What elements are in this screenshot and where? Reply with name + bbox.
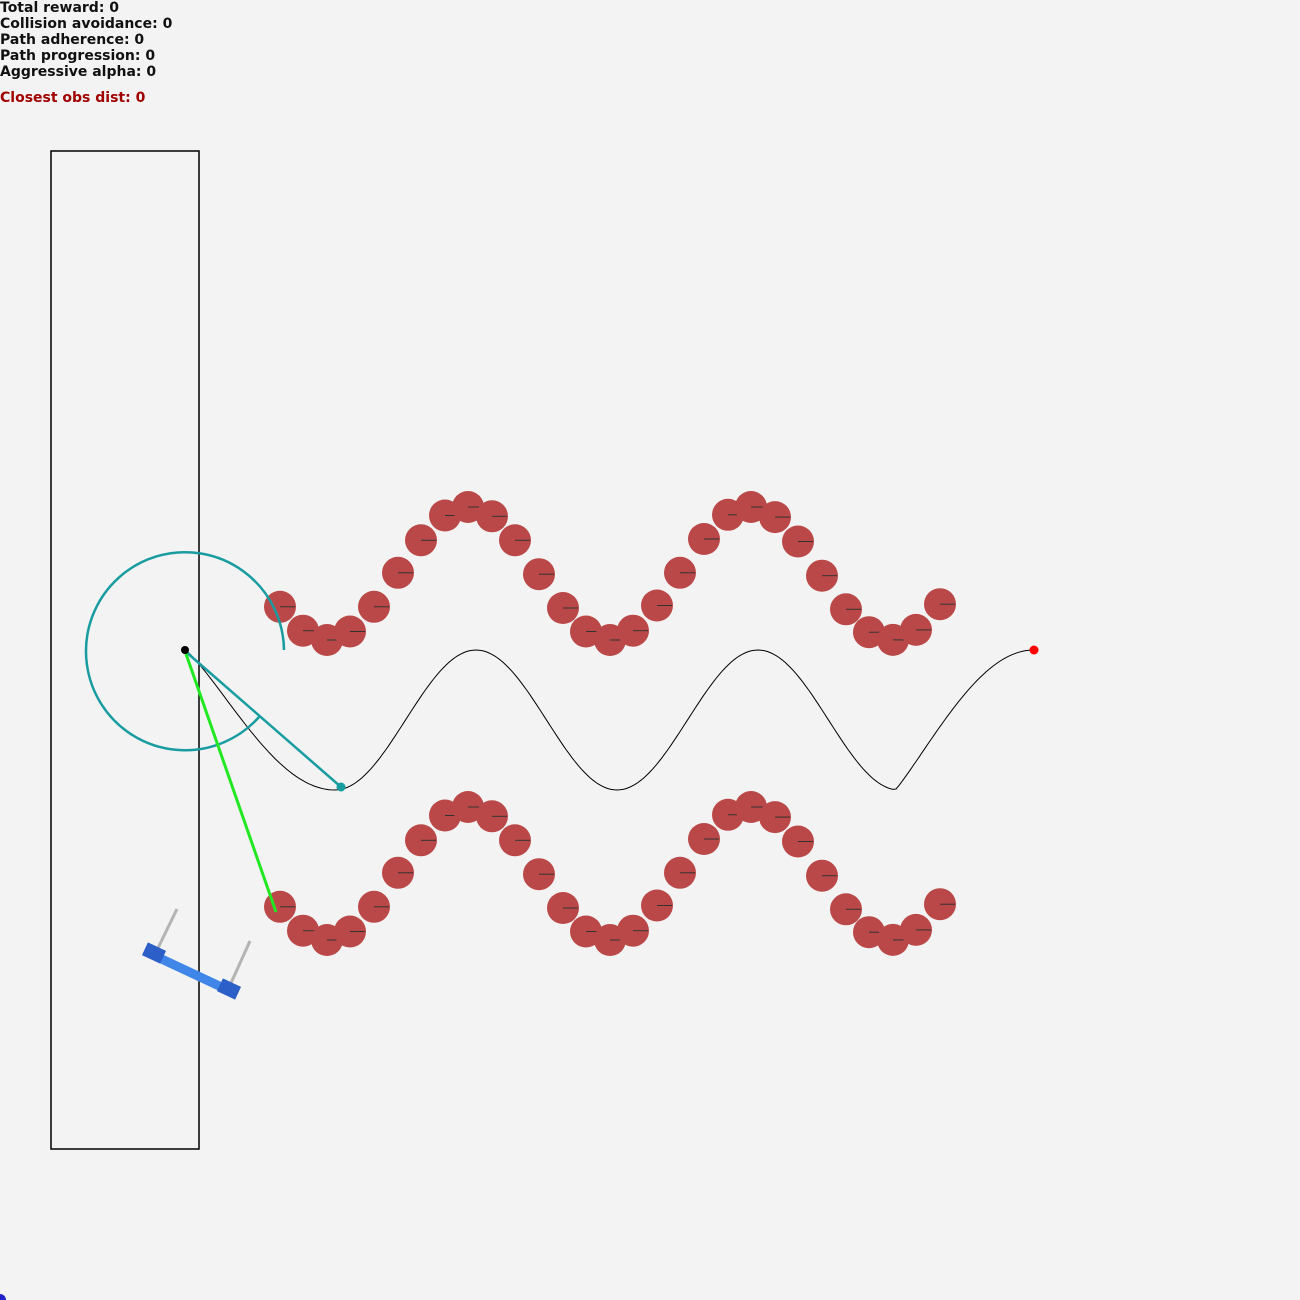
path-start-marker xyxy=(181,646,189,654)
robot-body xyxy=(151,950,232,996)
lookahead-target xyxy=(336,782,346,792)
robot-sensor-right xyxy=(229,940,252,984)
simulation-canvas xyxy=(0,150,1039,1300)
goal-marker xyxy=(1029,645,1039,655)
robot xyxy=(141,908,252,1000)
robot-sensor-left xyxy=(156,908,179,949)
obstacles-upper-row xyxy=(264,491,956,656)
robot-wheel-right xyxy=(216,978,242,1000)
workspace-boundary xyxy=(50,150,200,1150)
corner-origin-marker xyxy=(0,1294,6,1300)
obstacles-lower-row xyxy=(264,791,956,956)
reference-path xyxy=(184,649,1035,791)
